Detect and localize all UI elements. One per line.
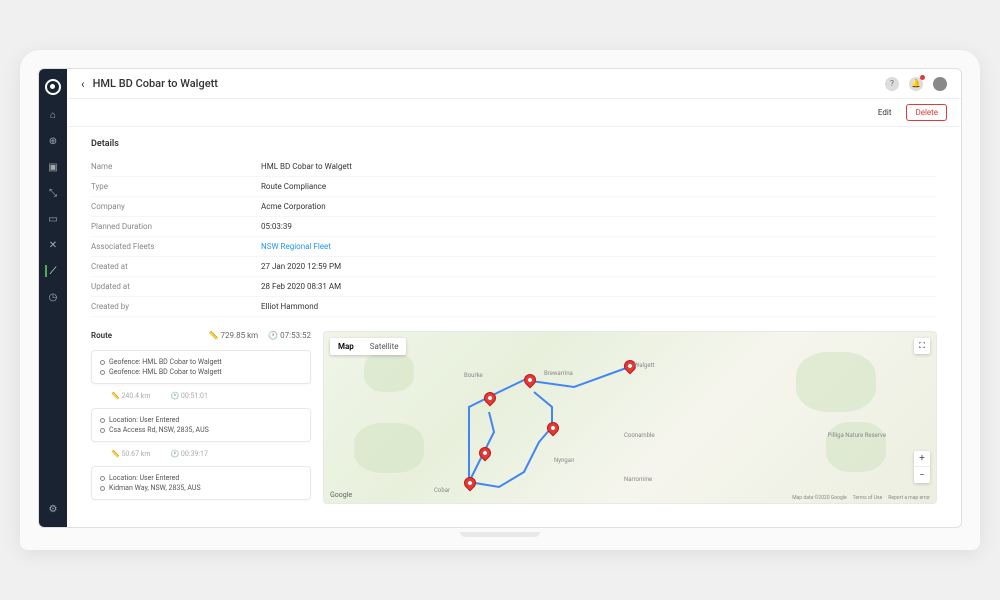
waypoint-card[interactable]: Location: User EnteredKidman Way, NSW, 2… bbox=[91, 466, 311, 500]
route-segment: 📏 50.67 km🕐 00:39:17 bbox=[91, 446, 311, 462]
laptop-frame: ⌂ ⊕ ▣ ⤡ ▭ ✕ ⟋ ◷ ⚙ ‹ HML BD Cobar to Walg… bbox=[20, 50, 980, 550]
content-area: Details NameHML BD Cobar to WalgettTypeR… bbox=[67, 127, 961, 527]
notifications-icon[interactable]: 🔔 bbox=[909, 77, 923, 91]
topbar: ‹ HML BD Cobar to Walgett ? 🔔 bbox=[67, 69, 961, 99]
waypoint-line: Csa Access Rd, NSW, 2835, AUS bbox=[100, 425, 302, 435]
fullscreen-icon[interactable]: ⛶ bbox=[914, 338, 930, 354]
route-heading: Route bbox=[91, 331, 112, 340]
back-icon[interactable]: ‹ bbox=[81, 77, 85, 91]
waypoint-line: Geofence: HML BD Cobar to Walgett bbox=[100, 367, 302, 377]
page-title: HML BD Cobar to Walgett bbox=[93, 77, 218, 90]
detail-row: Associated FleetsNSW Regional Fleet bbox=[91, 237, 937, 257]
detail-value[interactable]: NSW Regional Fleet bbox=[261, 242, 331, 251]
route-section: Route 📏 729.85 km 🕐 07:53:52 Geofence: H… bbox=[91, 331, 937, 504]
detail-row: Updated at28 Feb 2020 08:31 AM bbox=[91, 277, 937, 297]
map-place-label: Narromine bbox=[624, 476, 652, 483]
detail-row: Created at27 Jan 2020 12:59 PM bbox=[91, 257, 937, 277]
app-screen: ⌂ ⊕ ▣ ⤡ ▭ ✕ ⟋ ◷ ⚙ ‹ HML BD Cobar to Walg… bbox=[38, 68, 962, 528]
sidebar-nav: ⌂ ⊕ ▣ ⤡ ▭ ✕ ⟋ ◷ ⚙ bbox=[39, 69, 67, 527]
detail-label: Created by bbox=[91, 302, 261, 311]
detail-value: Acme Corporation bbox=[261, 202, 326, 211]
detail-row: TypeRoute Compliance bbox=[91, 177, 937, 197]
details-section: Details NameHML BD Cobar to WalgettTypeR… bbox=[91, 139, 937, 317]
edit-button[interactable]: Edit bbox=[869, 104, 901, 121]
detail-label: Updated at bbox=[91, 282, 261, 291]
detail-label: Planned Duration bbox=[91, 222, 261, 231]
map-place-label: Nyngan bbox=[554, 457, 574, 464]
map-attribution: Map data ©2020 Google Terms of Use Repor… bbox=[792, 495, 930, 501]
map-canvas[interactable]: Bourke Brewarrina Walgett Coonamble Nyng… bbox=[323, 331, 937, 504]
waypoint-line: Location: User Entered bbox=[100, 473, 302, 483]
map-place-label: Cobar bbox=[434, 487, 450, 494]
app-logo-icon[interactable] bbox=[45, 79, 61, 95]
zoom-in-button[interactable]: + bbox=[914, 451, 930, 467]
zoom-control: + − bbox=[914, 451, 930, 483]
detail-row: Created byElliot Hammond bbox=[91, 297, 937, 317]
globe-icon[interactable]: ⊕ bbox=[47, 135, 59, 147]
waypoint-dot-icon bbox=[100, 418, 105, 423]
route-duration: 🕐 07:53:52 bbox=[268, 331, 311, 340]
detail-label: Type bbox=[91, 182, 261, 191]
detail-value: Elliot Hammond bbox=[261, 302, 318, 311]
waypoint-card[interactable]: Geofence: HML BD Cobar to WalgettGeofenc… bbox=[91, 350, 311, 384]
main-content: ‹ HML BD Cobar to Walgett ? 🔔 Edit Delet… bbox=[67, 69, 961, 527]
map-place-label: Coonamble bbox=[624, 432, 655, 439]
avatar[interactable] bbox=[933, 77, 947, 91]
waypoint-card[interactable]: Location: User EnteredCsa Access Rd, NSW… bbox=[91, 408, 311, 442]
waypoint-dot-icon bbox=[100, 428, 105, 433]
google-logo: Google bbox=[330, 491, 352, 499]
detail-label: Created at bbox=[91, 262, 261, 271]
document-icon[interactable]: ▭ bbox=[47, 213, 59, 225]
details-heading: Details bbox=[91, 139, 937, 149]
route-segment: 📏 240.4 km🕐 00:51:01 bbox=[91, 388, 311, 404]
waypoint-dot-icon bbox=[100, 486, 105, 491]
delete-button[interactable]: Delete bbox=[906, 104, 947, 121]
home-icon[interactable]: ⌂ bbox=[47, 109, 59, 121]
help-icon[interactable]: ? bbox=[885, 77, 899, 91]
detail-label: Associated Fleets bbox=[91, 242, 261, 251]
settings-icon[interactable]: ⚙ bbox=[47, 503, 59, 515]
detail-label: Company bbox=[91, 202, 261, 211]
map-tab-satellite[interactable]: Satellite bbox=[362, 338, 407, 355]
detail-value: Route Compliance bbox=[261, 182, 326, 191]
vehicles-icon[interactable]: ▣ bbox=[47, 161, 59, 173]
waypoint-line: Location: User Entered bbox=[100, 415, 302, 425]
detail-value: 28 Feb 2020 08:31 AM bbox=[261, 282, 341, 291]
map-tab-map[interactable]: Map bbox=[330, 338, 362, 355]
detail-row: NameHML BD Cobar to Walgett bbox=[91, 157, 937, 177]
laptop-notch bbox=[460, 532, 540, 537]
chart-icon[interactable]: ⤡ bbox=[47, 187, 59, 199]
waypoint-dot-icon bbox=[100, 476, 105, 481]
map-place-label: Walgett bbox=[634, 362, 654, 369]
detail-value: 05:03:39 bbox=[261, 222, 292, 231]
action-bar: Edit Delete bbox=[67, 99, 961, 127]
zoom-out-button[interactable]: − bbox=[914, 467, 930, 483]
routes-icon[interactable]: ⟋ bbox=[45, 265, 57, 277]
detail-row: Planned Duration05:03:39 bbox=[91, 217, 937, 237]
map-type-toggle: Map Satellite bbox=[330, 338, 406, 355]
waypoint-line: Geofence: HML BD Cobar to Walgett bbox=[100, 357, 302, 367]
detail-row: CompanyAcme Corporation bbox=[91, 197, 937, 217]
detail-value: HML BD Cobar to Walgett bbox=[261, 162, 352, 171]
detail-label: Name bbox=[91, 162, 261, 171]
detail-value: 27 Jan 2020 12:59 PM bbox=[261, 262, 341, 271]
map-place-label: Pilliga Nature Reserve bbox=[828, 432, 887, 439]
route-panel: Route 📏 729.85 km 🕐 07:53:52 Geofence: H… bbox=[91, 331, 311, 504]
map-place-label: Bourke bbox=[464, 372, 483, 379]
waypoint-dot-icon bbox=[100, 370, 105, 375]
map-place-label: Brewarrina bbox=[544, 370, 573, 377]
route-distance: 📏 729.85 km bbox=[209, 331, 259, 340]
waypoint-line: Kidman Way, NSW, 2835, AUS bbox=[100, 483, 302, 493]
dashboard-icon[interactable]: ◷ bbox=[47, 291, 59, 303]
tools-icon[interactable]: ✕ bbox=[47, 239, 59, 251]
waypoint-dot-icon bbox=[100, 360, 105, 365]
